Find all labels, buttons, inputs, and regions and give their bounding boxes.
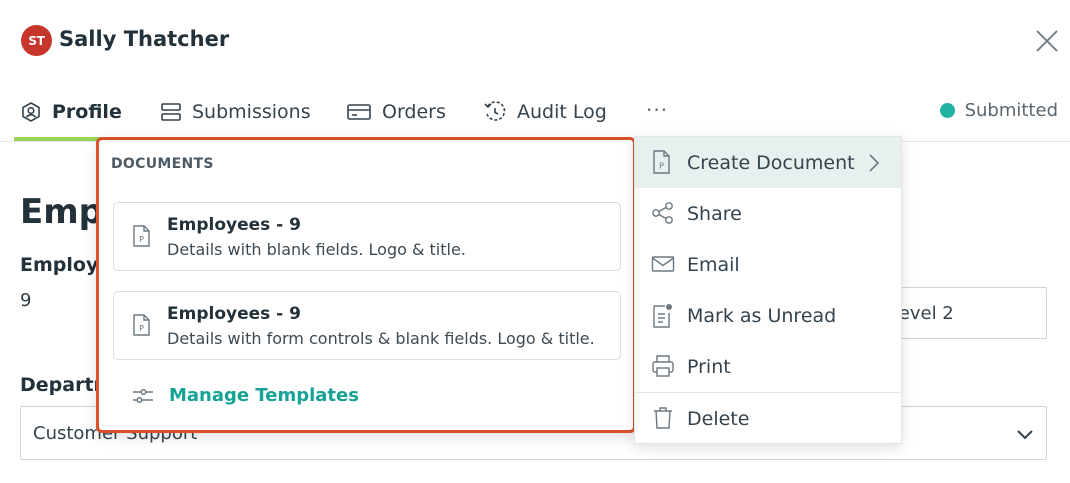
document-description: Details with blank fields. Logo & title. bbox=[167, 240, 466, 259]
print-icon bbox=[652, 355, 674, 377]
document-template-item[interactable]: P Employees - 9 Details with form contro… bbox=[113, 291, 621, 360]
settings-sliders-icon bbox=[133, 388, 153, 403]
employee-field-value: 9 bbox=[20, 290, 32, 311]
status-label: Submitted bbox=[964, 100, 1058, 121]
tab-profile[interactable]: Profile bbox=[20, 96, 122, 128]
svg-text:P: P bbox=[659, 162, 664, 171]
audit-log-icon bbox=[484, 101, 506, 121]
documents-heading: DOCUMENTS bbox=[111, 156, 214, 172]
profile-icon bbox=[22, 102, 40, 122]
dialog-header: ST Sally Thatcher bbox=[0, 0, 1070, 84]
document-icon: P bbox=[653, 150, 670, 174]
share-icon bbox=[652, 202, 673, 224]
email-icon bbox=[651, 256, 675, 272]
document-description: Details with form controls & blank field… bbox=[167, 329, 595, 348]
menu-item-mark-as-unread[interactable]: Mark as Unread bbox=[635, 290, 901, 341]
department-field-label: Departr bbox=[20, 374, 103, 396]
menu-item-email[interactable]: Email bbox=[635, 239, 901, 290]
actions-menu: P Create Document Share Email Mark as Un… bbox=[634, 136, 902, 444]
menu-item-create-document[interactable]: P Create Document bbox=[635, 137, 901, 188]
document-template-item[interactable]: P Employees - 9 Details with blank field… bbox=[113, 202, 621, 271]
chevron-down-icon bbox=[1017, 430, 1033, 440]
document-title: Employees - 9 bbox=[167, 304, 301, 324]
tab-audit-log[interactable]: Audit Log bbox=[483, 96, 607, 128]
menu-item-share[interactable]: Share bbox=[635, 188, 901, 239]
tab-submissions[interactable]: Submissions bbox=[160, 96, 311, 128]
menu-item-delete[interactable]: Delete bbox=[635, 393, 901, 444]
menu-item-label: Delete bbox=[687, 407, 750, 430]
menu-item-label: Print bbox=[687, 355, 731, 378]
svg-text:P: P bbox=[139, 324, 144, 333]
manage-templates-label: Manage Templates bbox=[169, 385, 359, 406]
tab-label: Orders bbox=[382, 101, 446, 123]
status-badge: Submitted bbox=[939, 100, 1058, 121]
documents-panel: DOCUMENTS P Employees - 9 Details with b… bbox=[96, 137, 636, 433]
more-options-button[interactable]: ··· bbox=[646, 98, 668, 122]
menu-item-label: Create Document bbox=[687, 151, 855, 174]
chevron-right-icon bbox=[869, 154, 880, 172]
tab-orders[interactable]: Orders bbox=[346, 96, 446, 128]
tab-bar: Profile Submissions Orders Audit Log bbox=[0, 84, 1070, 142]
submissions-icon bbox=[161, 103, 181, 121]
manage-templates-link[interactable]: Manage Templates bbox=[131, 385, 359, 406]
menu-item-label: Share bbox=[687, 202, 742, 225]
tab-label: Submissions bbox=[192, 101, 311, 123]
menu-item-label: Mark as Unread bbox=[687, 304, 837, 327]
trash-icon bbox=[654, 407, 672, 429]
document-icon: P bbox=[133, 314, 150, 336]
menu-item-label: Email bbox=[687, 253, 740, 276]
user-name: Sally Thatcher bbox=[59, 27, 230, 51]
close-icon[interactable] bbox=[1033, 27, 1061, 55]
mark-unread-icon bbox=[653, 304, 672, 328]
status-dot bbox=[939, 103, 955, 118]
document-icon: P bbox=[133, 225, 150, 247]
orders-icon bbox=[347, 104, 371, 120]
document-title: Employees - 9 bbox=[167, 215, 301, 235]
tab-label: Profile bbox=[52, 101, 122, 123]
avatar: ST bbox=[21, 25, 52, 56]
menu-item-print[interactable]: Print bbox=[635, 341, 901, 392]
svg-text:P: P bbox=[139, 235, 144, 244]
tab-label: Audit Log bbox=[517, 101, 607, 123]
